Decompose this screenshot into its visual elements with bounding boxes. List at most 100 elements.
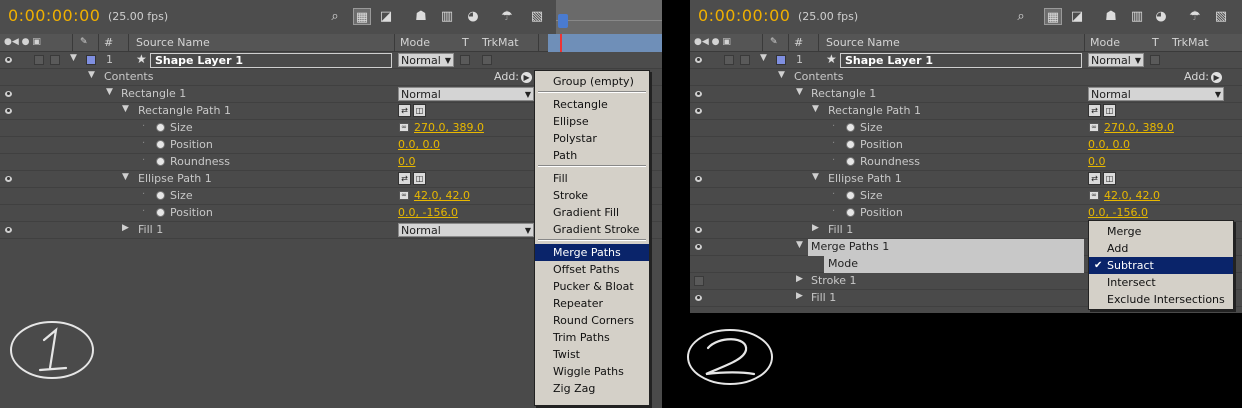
stopwatch-icon[interactable]	[846, 123, 855, 132]
add-menu-item[interactable]: Round Corners	[535, 312, 649, 329]
time-ruler[interactable]	[556, 0, 662, 34]
contents-row[interactable]: ▼ Contents Add: ▶	[690, 69, 1242, 86]
expand-triangle-icon[interactable]: ▼	[796, 87, 803, 97]
motion-blur-icon[interactable]: ◕	[464, 8, 482, 25]
path-reverse-icon[interactable]: ◫	[413, 104, 426, 117]
draft-3d-icon[interactable]: ◪	[377, 8, 395, 25]
add-menu-item[interactable]: Rectangle	[535, 96, 649, 113]
add-menu-item[interactable]: Merge Paths	[535, 244, 649, 261]
ellipse-size-row[interactable]: · Size ∞ 42.0, 42.0	[690, 188, 1242, 205]
stopwatch-icon[interactable]	[846, 208, 855, 217]
header-t[interactable]: T	[462, 36, 469, 49]
add-menu-item[interactable]: Path	[535, 147, 649, 164]
time-indicator-handle[interactable]	[558, 14, 568, 28]
layer-label-color[interactable]	[776, 55, 786, 65]
merge-mode-menu-item[interactable]: Merge	[1089, 223, 1233, 240]
stopwatch-icon[interactable]	[156, 157, 165, 166]
expand-triangle-icon[interactable]: ▼	[812, 104, 819, 114]
ellipse-path-row[interactable]: ▼ Ellipse Path 1 ⇄ ◫	[690, 171, 1242, 188]
layer-mode-dropdown[interactable]: Normal ▼	[398, 53, 454, 67]
path-direction-icon[interactable]: ⇄	[1088, 104, 1101, 117]
add-menu-item[interactable]: Gradient Fill	[535, 204, 649, 221]
path-direction-icon[interactable]: ⇄	[398, 104, 411, 117]
path-direction-icon[interactable]: ⇄	[398, 172, 411, 185]
stopwatch-icon[interactable]	[846, 140, 855, 149]
rect-size-value[interactable]: 270.0, 389.0	[1104, 121, 1174, 134]
visibility-eye-icon[interactable]	[3, 225, 14, 235]
expand-triangle-icon[interactable]: ▼	[812, 172, 819, 182]
rect-roundness-value[interactable]: 0.0	[398, 155, 416, 168]
add-button[interactable]: Add: ▶	[1184, 70, 1223, 83]
preserve-transparency-toggle[interactable]	[460, 55, 470, 65]
layer-name-field[interactable]: Shape Layer 1	[150, 53, 392, 68]
visibility-eye-icon[interactable]	[3, 89, 14, 99]
lock-toggle[interactable]	[34, 55, 44, 65]
merge-mode-menu-item[interactable]: Exclude Intersections	[1089, 291, 1233, 308]
expand-triangle-icon[interactable]: ▼	[778, 70, 785, 80]
draft-3d-icon[interactable]: ◪	[1068, 8, 1086, 25]
brainstorm-icon[interactable]: ▧	[1212, 8, 1230, 25]
graph-editor-icon[interactable]: ☂	[498, 8, 516, 25]
layer-name-field[interactable]: Shape Layer 1	[840, 53, 1082, 68]
visibility-eye-icon[interactable]	[693, 174, 704, 184]
header-number[interactable]: #	[104, 36, 113, 49]
add-menu-item[interactable]: Stroke	[535, 187, 649, 204]
layer-row-shape-layer[interactable]: ▼ 1 ★ Shape Layer 1 Normal ▼	[0, 52, 662, 69]
frame-blending-icon[interactable]: ▥	[438, 8, 456, 25]
path-direction-icon[interactable]: ⇄	[1088, 172, 1101, 185]
visibility-eye-icon[interactable]	[693, 106, 704, 116]
frame-blending-icon[interactable]: ▥	[1128, 8, 1146, 25]
path-reverse-icon[interactable]: ◫	[1103, 104, 1116, 117]
expand-triangle-icon[interactable]: ▼	[106, 87, 113, 97]
layer-mode-dropdown[interactable]: Normal ▼	[1088, 53, 1144, 67]
stopwatch-icon[interactable]	[156, 123, 165, 132]
ellipse-size-value[interactable]: 42.0, 42.0	[414, 189, 470, 202]
rect-position-row[interactable]: · Position 0.0, 0.0	[690, 137, 1242, 154]
path-direction-buttons[interactable]: ⇄ ◫	[1088, 172, 1118, 186]
add-menu-item[interactable]: Offset Paths	[535, 261, 649, 278]
solo-toggle[interactable]	[740, 55, 750, 65]
visibility-eye-icon[interactable]	[693, 55, 704, 65]
hide-shy-layers-icon[interactable]: ☗	[412, 8, 430, 25]
add-menu-item[interactable]: Wiggle Paths	[535, 363, 649, 380]
preserve-transparency-toggle[interactable]	[1150, 55, 1160, 65]
visibility-eye-icon[interactable]	[693, 225, 704, 235]
graph-editor-icon[interactable]: ☂	[1186, 8, 1204, 25]
layer-label-color[interactable]	[86, 55, 96, 65]
rectangle-group-row[interactable]: ▼ Rectangle 1 Normal ▼	[690, 86, 1242, 103]
rectangle-group-mode-dropdown[interactable]: Normal ▼	[398, 87, 534, 101]
path-reverse-icon[interactable]: ◫	[413, 172, 426, 185]
current-time-display[interactable]: 0:00:00:00	[8, 6, 100, 25]
add-menu-item[interactable]: Pucker & Bloat	[535, 278, 649, 295]
header-trkmat[interactable]: TrkMat	[482, 36, 519, 49]
expand-triangle-icon[interactable]: ▼	[88, 70, 95, 80]
visibility-eye-icon[interactable]	[693, 242, 704, 252]
rectangle-path-row[interactable]: ▼ Rectangle Path 1 ⇄ ◫	[690, 103, 1242, 120]
stopwatch-icon[interactable]	[156, 208, 165, 217]
search-icon[interactable]: ⌕	[1012, 8, 1030, 25]
add-menu[interactable]: Group (empty) Rectangle Ellipse Polystar Pat…	[534, 70, 650, 406]
rect-position-value[interactable]: 0.0, 0.0	[1088, 138, 1130, 151]
collapse-triangle-icon[interactable]: ▶	[812, 223, 819, 233]
expand-triangle-icon[interactable]: ▼	[760, 53, 767, 63]
constrain-proportions-icon[interactable]: ∞	[399, 123, 409, 132]
add-menu-item[interactable]: Twist	[535, 346, 649, 363]
composition-mini-flowchart-icon[interactable]: ▦	[353, 8, 371, 25]
merge-mode-menu[interactable]: Merge Add ✔ Subtract Intersect Exclude Inters…	[1088, 220, 1234, 310]
rect-position-value[interactable]: 0.0, 0.0	[398, 138, 440, 151]
path-direction-buttons[interactable]: ⇄ ◫	[1088, 104, 1118, 118]
header-source-name[interactable]: Source Name	[826, 36, 900, 49]
header-source-name[interactable]: Source Name	[136, 36, 210, 49]
header-t[interactable]: T	[1152, 36, 1159, 49]
expand-triangle-icon[interactable]: ▼	[70, 53, 77, 63]
stopwatch-icon[interactable]	[846, 157, 855, 166]
rect-size-row[interactable]: · Size ∞ 270.0, 389.0	[690, 120, 1242, 137]
merge-mode-menu-item[interactable]: Intersect	[1089, 274, 1233, 291]
merge-mode-menu-item[interactable]: ✔ Subtract	[1089, 257, 1233, 274]
expand-triangle-icon[interactable]: ▼	[122, 104, 129, 114]
header-mode[interactable]: Mode	[400, 36, 430, 49]
expand-triangle-icon[interactable]: ▼	[122, 172, 129, 182]
ellipse-size-value[interactable]: 42.0, 42.0	[1104, 189, 1160, 202]
ellipse-position-value[interactable]: 0.0, -156.0	[1088, 206, 1148, 219]
visibility-toggle[interactable]	[694, 276, 704, 286]
